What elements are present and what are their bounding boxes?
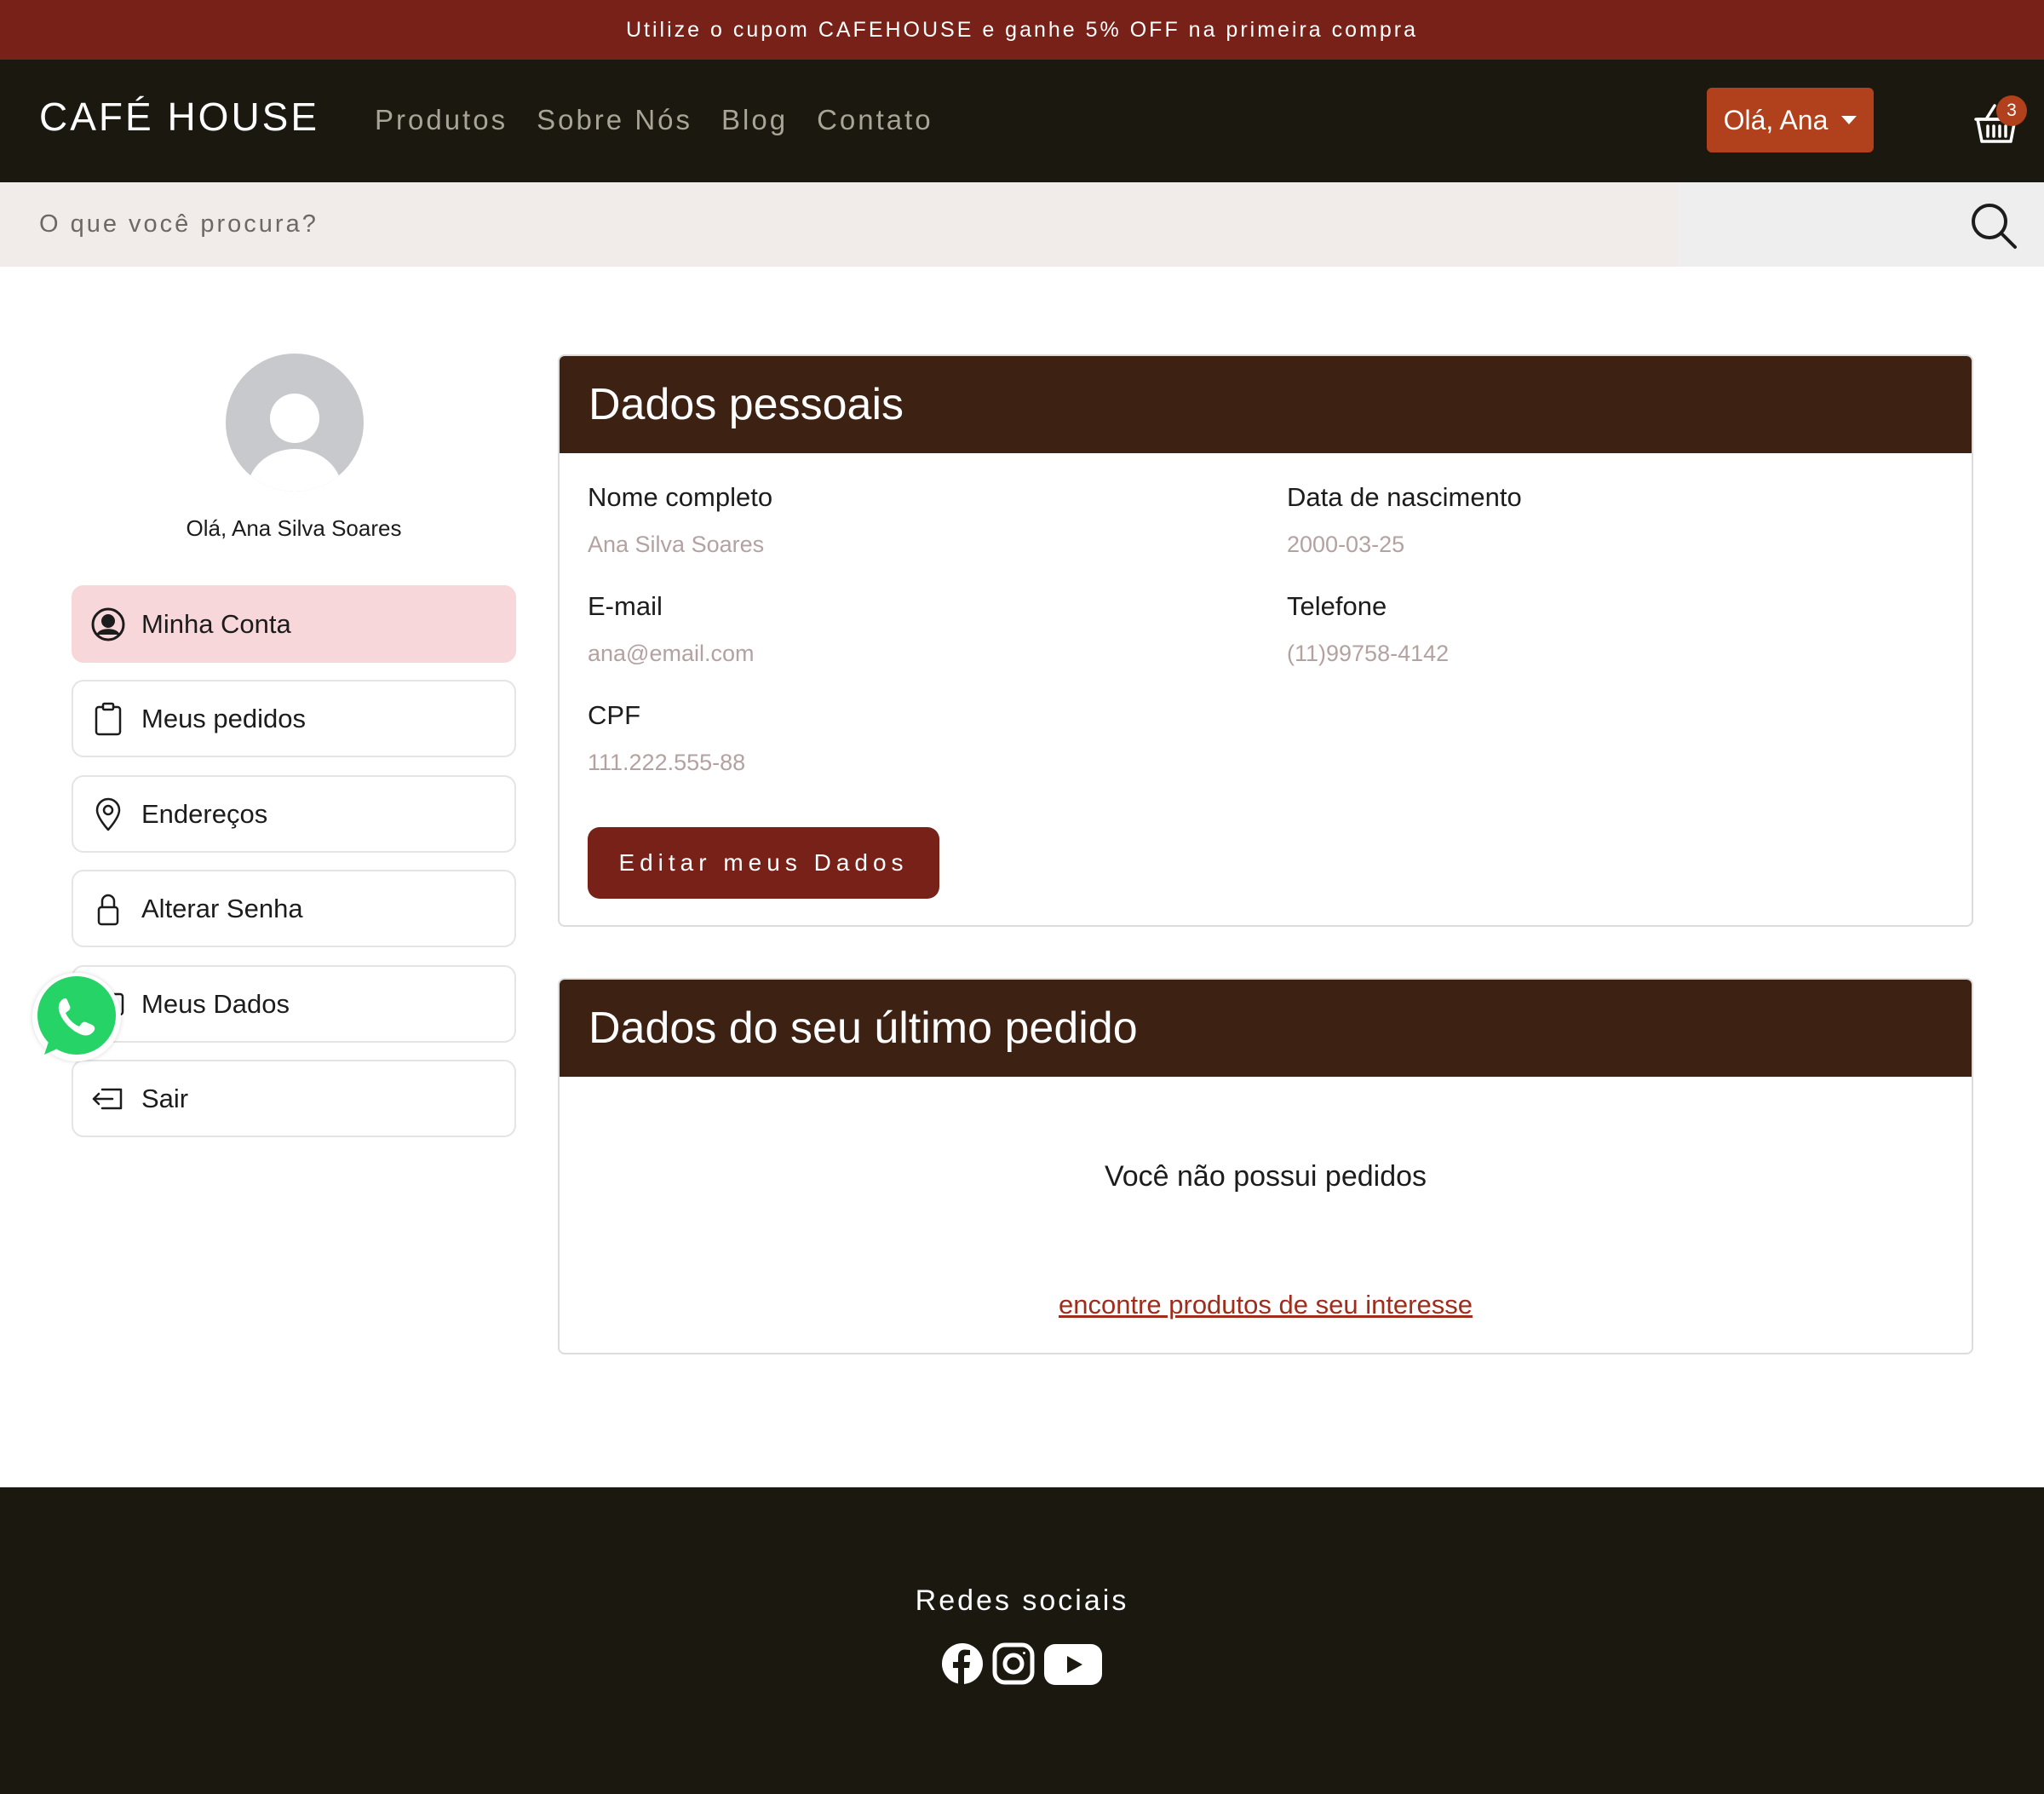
brand-logo[interactable]: CAFÉ HOUSE — [39, 94, 319, 140]
nav-link-blog[interactable]: Blog — [721, 104, 788, 136]
clipboard-icon — [95, 702, 122, 735]
phone-label: Telefone — [1287, 591, 1387, 621]
footer: Redes sociais — [0, 1487, 2044, 1794]
birthdate-label: Data de nascimento — [1287, 482, 1522, 512]
sidebar-item-label: Alterar Senha — [141, 893, 303, 923]
search-input[interactable] — [0, 182, 1678, 267]
last-order-title: Dados do seu último pedido — [560, 980, 1972, 1077]
nav-link-sobre-nos[interactable]: Sobre Nós — [537, 104, 692, 136]
find-products-link[interactable]: encontre produtos de seu interesse — [560, 1290, 1972, 1320]
birthdate-value: 2000-03-25 — [1287, 532, 1405, 557]
promo-text: Utilize o cupom CAFEHOUSE e ganhe 5% OFF… — [625, 17, 1419, 42]
youtube-icon[interactable] — [1044, 1644, 1102, 1685]
sidebar-item-alterar-senha[interactable]: Alterar Senha — [72, 870, 516, 947]
chevron-down-icon — [1841, 116, 1857, 124]
logout-icon — [92, 1088, 123, 1109]
personal-data-card: Dados pessoais Nome completo Ana Silva S… — [558, 354, 1973, 927]
personal-data-title: Dados pessoais — [560, 356, 1972, 453]
sidebar-item-label: Minha Conta — [141, 608, 291, 639]
map-pin-icon — [95, 797, 121, 831]
avatar — [226, 354, 364, 492]
nav-links: Produtos Sobre Nós Blog Contato — [375, 104, 933, 136]
facebook-icon[interactable] — [941, 1642, 984, 1685]
user-menu-label: Olá, Ana — [1723, 104, 1829, 135]
footer-title: Redes sociais — [915, 1584, 1129, 1617]
whatsapp-button[interactable] — [32, 973, 121, 1061]
user-menu-button[interactable]: Olá, Ana — [1707, 88, 1874, 152]
name-label: Nome completo — [588, 482, 773, 512]
email-value: ana@email.com — [588, 641, 755, 666]
whatsapp-icon — [37, 976, 116, 1055]
sidebar-item-enderecos[interactable]: Endereços — [72, 775, 516, 853]
sidebar-item-meus-dados[interactable]: Meus Dados — [72, 965, 516, 1043]
sidebar-item-label: Sair — [141, 1083, 189, 1113]
cpf-label: CPF — [588, 700, 640, 730]
email-label: E-mail — [588, 591, 663, 621]
sidebar-item-label: Meus Dados — [141, 988, 290, 1019]
nav-link-produtos[interactable]: Produtos — [375, 104, 508, 136]
search-icon[interactable] — [1969, 201, 2018, 250]
phone-value: (11)99758-4142 — [1287, 641, 1450, 666]
search-bar — [0, 182, 2044, 267]
user-silhouette-icon — [247, 394, 342, 492]
sidebar-item-minha-conta[interactable]: Minha Conta — [72, 585, 516, 663]
lock-icon — [97, 894, 119, 925]
last-order-card: Dados do seu último pedido Você não poss… — [558, 978, 1973, 1354]
instagram-icon[interactable] — [992, 1642, 1035, 1685]
sidebar-item-sair[interactable]: Sair — [72, 1060, 516, 1137]
no-orders-message: Você não possui pedidos — [1104, 1160, 1427, 1193]
cpf-value: 111.222.555-88 — [588, 750, 746, 775]
cart-count-badge: 3 — [1996, 95, 2027, 126]
edit-data-button[interactable]: Editar meus Dados — [588, 827, 939, 899]
sidebar-item-label: Endereços — [141, 798, 268, 829]
user-circle-icon — [91, 607, 125, 641]
name-value: Ana Silva Soares — [588, 532, 765, 557]
promo-bar: Utilize o cupom CAFEHOUSE e ganhe 5% OFF… — [0, 0, 2044, 60]
nav-link-contato[interactable]: Contato — [817, 104, 933, 136]
sidebar-item-meus-pedidos[interactable]: Meus pedidos — [72, 680, 516, 757]
sidebar-item-label: Meus pedidos — [141, 703, 307, 733]
sidebar-greeting: Olá, Ana Silva Soares — [186, 515, 402, 541]
navbar: CAFÉ HOUSE Produtos Sobre Nós Blog Conta… — [0, 60, 2044, 182]
